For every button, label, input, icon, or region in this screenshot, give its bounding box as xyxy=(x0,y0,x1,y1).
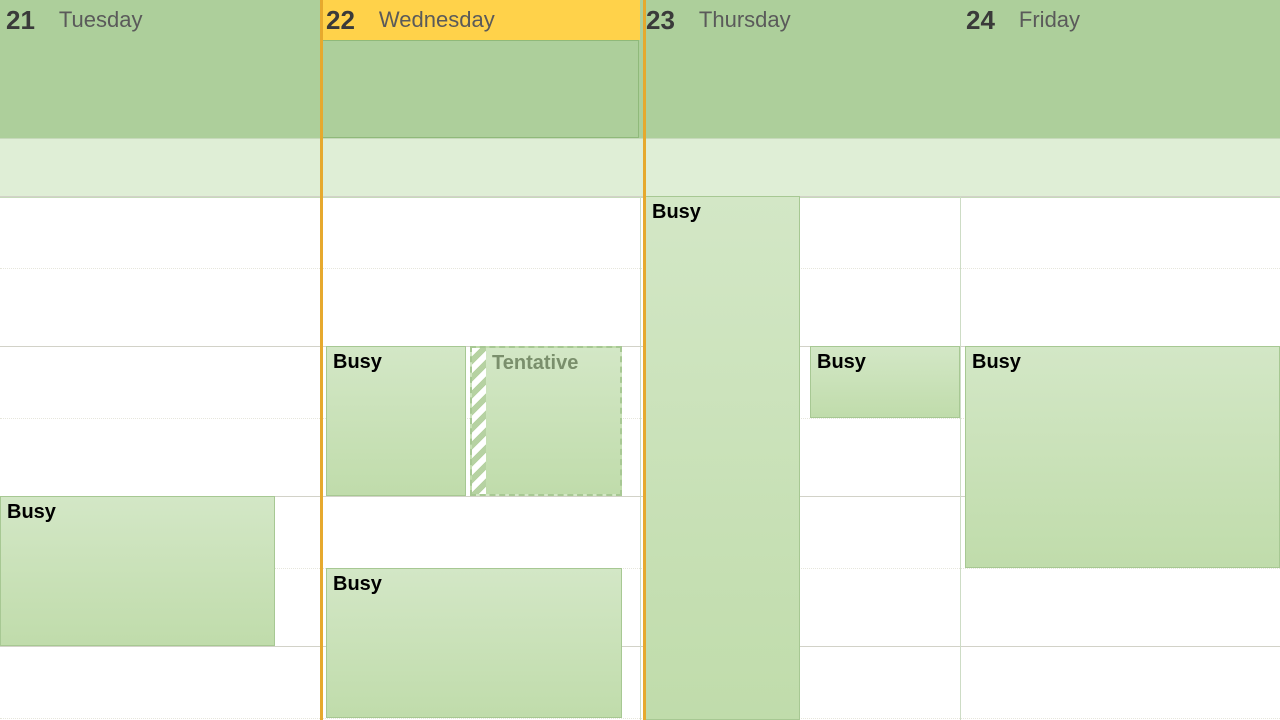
day-header-label: 23 Thursday xyxy=(640,0,960,40)
day-name: Friday xyxy=(1019,7,1080,33)
column-divider xyxy=(320,196,321,720)
calendar-week-view: 21 Tuesday 22 Wednesday 23 Thursday 24 F… xyxy=(0,0,1280,720)
event-title: Busy xyxy=(652,201,701,223)
day-number: 24 xyxy=(966,5,995,36)
event-busy[interactable]: Busy xyxy=(326,568,622,718)
event-tentative[interactable]: Tentative xyxy=(470,346,622,496)
day-number: 21 xyxy=(6,5,35,36)
day-name: Thursday xyxy=(699,7,791,33)
column-divider xyxy=(960,196,961,720)
event-title: Busy xyxy=(333,351,382,373)
day-header-label: 24 Friday xyxy=(960,0,1280,40)
today-highlight-bar: 22 Wednesday xyxy=(320,0,640,40)
column-divider xyxy=(640,196,641,720)
day-name: Wednesday xyxy=(379,7,495,33)
day-header-thursday[interactable]: 23 Thursday xyxy=(640,0,960,138)
day-name: Tuesday xyxy=(59,7,143,33)
day-header-tuesday[interactable]: 21 Tuesday xyxy=(0,0,320,138)
day-number: 22 xyxy=(326,5,355,36)
event-busy[interactable]: Busy xyxy=(810,346,960,418)
allday-row[interactable] xyxy=(0,138,1280,198)
event-busy[interactable]: Busy xyxy=(645,196,800,720)
event-title: Tentative xyxy=(492,352,578,374)
day-number: 23 xyxy=(646,5,675,36)
event-busy[interactable]: Busy xyxy=(326,346,466,496)
day-header-wednesday[interactable]: 22 Wednesday xyxy=(320,0,640,138)
event-busy[interactable]: Busy xyxy=(965,346,1280,568)
event-busy[interactable]: Busy xyxy=(0,496,275,646)
day-header-friday[interactable]: 24 Friday xyxy=(960,0,1280,138)
today-allday-block[interactable] xyxy=(321,40,639,138)
event-title: Busy xyxy=(817,351,866,373)
time-grid[interactable]: Busy Busy Tentative Busy Busy Busy Busy xyxy=(0,196,1280,720)
event-title: Busy xyxy=(972,351,1021,373)
day-header-label: 21 Tuesday xyxy=(0,0,320,40)
day-header-label: 22 Wednesday xyxy=(320,0,640,40)
event-title: Busy xyxy=(333,573,382,595)
event-title: Busy xyxy=(7,501,56,523)
